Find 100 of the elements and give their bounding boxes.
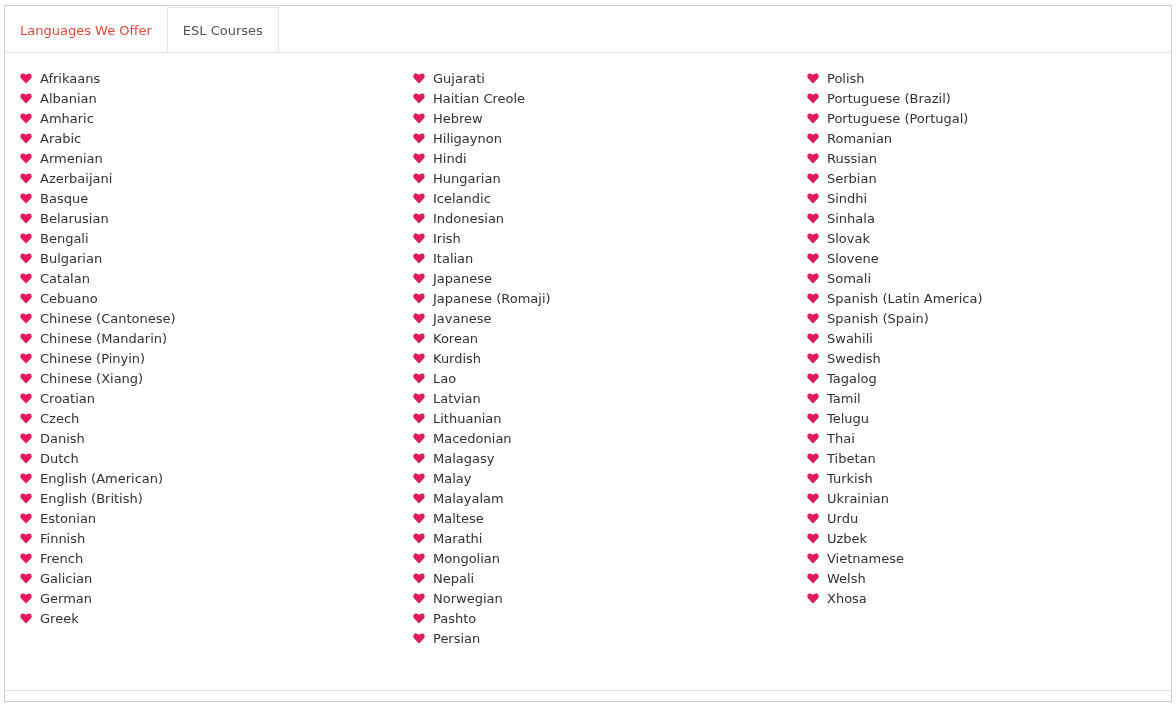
- language-item: Catalan: [40, 270, 90, 286]
- heart-icon: [807, 252, 819, 264]
- heart-icon: [20, 232, 32, 244]
- heart-icon: [413, 512, 425, 524]
- heart-icon: [807, 532, 819, 544]
- language-item: Spanish (Spain): [827, 310, 929, 326]
- heart-icon: [20, 92, 32, 104]
- language-item: Malagasy: [433, 450, 495, 466]
- language-item: Ukrainian: [827, 490, 890, 506]
- language-item: Portuguese (Brazil): [827, 90, 951, 106]
- heart-icon: [807, 332, 819, 344]
- heart-icon: [20, 532, 32, 544]
- language-item: German: [40, 590, 93, 606]
- language-item: Bulgarian: [40, 250, 103, 266]
- language-item: Marathi: [433, 530, 483, 546]
- heart-icon: [20, 332, 32, 344]
- language-item: Cebuano: [40, 290, 98, 306]
- language-item: English (American): [40, 470, 164, 486]
- heart-icon: [413, 492, 425, 504]
- heart-icon: [413, 472, 425, 484]
- heart-icon: [413, 432, 425, 444]
- language-item: Estonian: [40, 510, 97, 526]
- language-item: Dutch: [40, 450, 79, 466]
- heart-icon: [413, 552, 425, 564]
- language-item: Lao: [433, 370, 457, 386]
- language-item: Greek: [40, 610, 79, 626]
- language-item: Turkish: [827, 470, 873, 486]
- language-item: Tagalog: [827, 370, 877, 386]
- language-item: Irish: [433, 230, 461, 246]
- language-item: English (British): [40, 490, 143, 506]
- language-item: Swedish: [827, 350, 881, 366]
- language-item: Norwegian: [433, 590, 503, 606]
- language-item: Icelandic: [433, 190, 491, 206]
- heart-icon: [807, 272, 819, 284]
- heart-icon: [807, 432, 819, 444]
- language-item: Vietnamese: [827, 550, 904, 566]
- language-item: Persian: [433, 630, 481, 646]
- heart-icon: [20, 452, 32, 464]
- heart-icon: [413, 592, 425, 604]
- heart-icon: [413, 132, 425, 144]
- heart-icon: [807, 512, 819, 524]
- language-item: Italian: [433, 250, 474, 266]
- language-item: Belarusian: [40, 210, 109, 226]
- language-item: Chinese (Xiang): [40, 370, 144, 386]
- tab[interactable]: ESL Courses: [167, 7, 279, 52]
- language-item: Azerbaijani: [40, 170, 113, 186]
- heart-icon: [413, 372, 425, 384]
- heart-icon: [20, 272, 32, 284]
- language-item: Galician: [40, 570, 93, 586]
- heart-icon: [807, 352, 819, 364]
- heart-icon: [807, 92, 819, 104]
- language-item: Amharic: [40, 110, 94, 126]
- heart-icon: [20, 372, 32, 384]
- heart-icon: [20, 472, 32, 484]
- language-item: Macedonian: [433, 430, 512, 446]
- language-item: Tibetan: [827, 450, 876, 466]
- language-item: Spanish (Latin America): [827, 290, 983, 306]
- language-item: Gujarati: [433, 70, 485, 86]
- language-item: Thai: [827, 430, 855, 446]
- heart-icon: [20, 552, 32, 564]
- language-item: Hebrew: [433, 110, 483, 126]
- heart-icon: [807, 292, 819, 304]
- heart-icon: [20, 192, 32, 204]
- heart-icon: [807, 232, 819, 244]
- language-item: Malay: [433, 470, 472, 486]
- heart-icon: [20, 412, 32, 424]
- language-item: Romanian: [827, 130, 893, 146]
- language-item: Armenian: [40, 150, 103, 166]
- heart-icon: [413, 152, 425, 164]
- heart-icon: [413, 252, 425, 264]
- heart-icon: [807, 152, 819, 164]
- language-item: Croatian: [40, 390, 95, 406]
- heart-icon: [807, 72, 819, 84]
- heart-icon: [807, 552, 819, 564]
- language-item: Chinese (Cantonese): [40, 310, 176, 326]
- heart-icon: [413, 332, 425, 344]
- heart-icon: [413, 412, 425, 424]
- language-item: Japanese (Romaji): [433, 290, 551, 306]
- heart-icon: [20, 352, 32, 364]
- language-item: Slovene: [827, 250, 879, 266]
- language-item: Slovak: [827, 230, 870, 246]
- heart-icon: [413, 92, 425, 104]
- heart-icon: [20, 132, 32, 144]
- language-item: Swahili: [827, 330, 873, 346]
- heart-icon: [413, 112, 425, 124]
- heart-icon: [807, 592, 819, 604]
- language-item: Welsh: [827, 570, 866, 586]
- heart-icon: [413, 192, 425, 204]
- heart-icon: [413, 612, 425, 624]
- language-item: Hungarian: [433, 170, 501, 186]
- language-item: Afrikaans: [40, 70, 101, 86]
- heart-icon: [807, 212, 819, 224]
- language-item: Uzbek: [827, 530, 868, 546]
- heart-icon: [413, 312, 425, 324]
- language-item: Serbian: [827, 170, 877, 186]
- language-item: Xhosa: [827, 590, 867, 606]
- tab[interactable]: Languages We Offer: [5, 7, 168, 52]
- language-item: Polish: [827, 70, 865, 86]
- language-item: Czech: [40, 410, 80, 426]
- heart-icon: [20, 512, 32, 524]
